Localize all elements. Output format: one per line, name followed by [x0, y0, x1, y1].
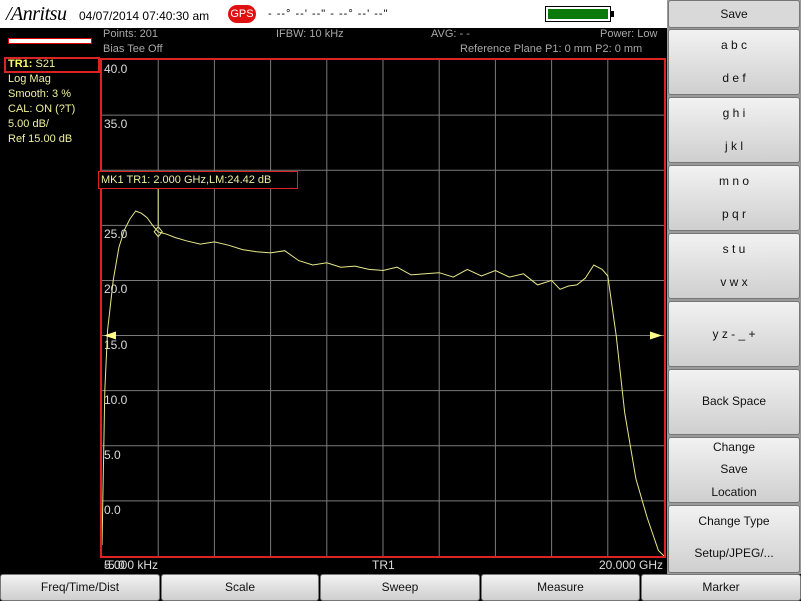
y-tick-label: 10.0 — [104, 392, 128, 407]
change-save-location-button[interactable]: Change Save Location — [668, 437, 800, 503]
date-time: 04/07/2014 07:40:30 am — [79, 9, 210, 23]
battery-tip — [611, 11, 614, 17]
plot-canvas — [102, 60, 664, 556]
gps-coordinates: - --° --' --" - --° --' --" — [268, 8, 389, 20]
change-save-location-label-1: Change — [712, 440, 756, 454]
stop-frequency: 20.000 GHz — [599, 558, 664, 572]
marker-readout: MK1 TR1: 2.000 GHz,LM:24.42 dB — [98, 171, 298, 189]
trace-color-indicator — [8, 38, 92, 44]
y-tick-label: 35.0 — [104, 117, 128, 132]
key-yz[interactable]: y z - _ + — [668, 301, 800, 367]
key-ghi-jkl[interactable]: g h i j k l — [668, 97, 800, 163]
ref-level-right-arrow — [650, 331, 662, 340]
key-mno-pqr[interactable]: m n o p q r — [668, 165, 800, 231]
key-mno-label: m n o — [718, 174, 749, 188]
battery-level — [548, 9, 608, 19]
key-def-label: d e f — [722, 71, 746, 85]
back-space-button[interactable]: Back Space — [668, 369, 800, 435]
key-yz-label: y z - _ + — [712, 327, 756, 341]
start-frequency: 5.000 kHz — [104, 558, 159, 572]
scale-per-division: 5.00 dB/ — [8, 118, 49, 130]
ifbw-info: IFBW: 10 kHz — [276, 28, 344, 40]
softkey-panel: Save a b c d e f g h i j k l m n o p q r… — [667, 0, 801, 574]
trace-indicator: TR1 — [372, 558, 395, 572]
y-tick-label: 40.0 — [104, 62, 128, 76]
gps-icon: GPS — [228, 5, 256, 23]
key-jkl-label: j k l — [725, 139, 743, 153]
calibration-status: CAL: ON (?T) — [8, 103, 76, 115]
trace-plot[interactable] — [100, 58, 666, 558]
bias-tee-info: Bias Tee Off — [103, 43, 163, 55]
menu-scale[interactable]: Scale — [161, 574, 319, 601]
averaging-info: AVG: - - — [431, 28, 470, 40]
reference-level: Ref 15.00 dB — [8, 133, 73, 145]
change-type-button[interactable]: Change Type Setup/JPEG/... — [668, 505, 800, 573]
points-info: Points: 201 — [103, 28, 159, 40]
key-ghi-label: g h i — [722, 106, 746, 120]
change-save-location-label-2: Save — [720, 462, 748, 476]
change-type-label-2: Setup/JPEG/... — [694, 546, 774, 560]
trace-label[interactable]: TR1: S21 — [8, 58, 55, 70]
back-space-label: Back Space — [701, 394, 767, 408]
reference-plane-info: Reference Plane P1: 0 mm P2: 0 mm — [460, 43, 643, 55]
key-pqr-label: p q r — [721, 207, 746, 221]
change-save-location-label-3: Location — [711, 485, 757, 499]
trace-parameter: S21 — [35, 58, 56, 70]
menu-title-label: Save — [720, 7, 748, 21]
y-tick-label: 5.0 — [104, 447, 121, 462]
brand-logo: /Anritsu — [6, 3, 67, 25]
key-stu-vwx[interactable]: s t u v w x — [668, 233, 800, 299]
y-tick-label: 25.0 — [104, 227, 128, 242]
change-type-label-1: Change Type — [698, 514, 770, 528]
trace-smoothing: Smooth: 3 % — [8, 88, 71, 100]
key-vwx-label: v w x — [720, 275, 748, 289]
menu-marker[interactable]: Marker — [641, 574, 801, 601]
battery-icon — [545, 6, 611, 22]
menu-measure[interactable]: Measure — [481, 574, 640, 601]
power-info: Power: Low — [600, 28, 658, 40]
y-tick-label: 15.0 — [104, 337, 128, 352]
key-abc-def[interactable]: a b c d e f — [668, 29, 800, 95]
trace-id: TR1: — [8, 58, 33, 70]
trace-format: Log Mag — [8, 73, 51, 85]
menu-title: Save — [668, 0, 800, 28]
key-stu-label: s t u — [722, 242, 746, 256]
y-tick-label: 0.0 — [104, 502, 121, 517]
y-tick-label: 20.0 — [104, 282, 128, 297]
key-abc-label: a b c — [720, 38, 747, 52]
menu-freq-time-dist[interactable]: Freq/Time/Dist — [0, 574, 160, 601]
menu-sweep[interactable]: Sweep — [320, 574, 480, 601]
